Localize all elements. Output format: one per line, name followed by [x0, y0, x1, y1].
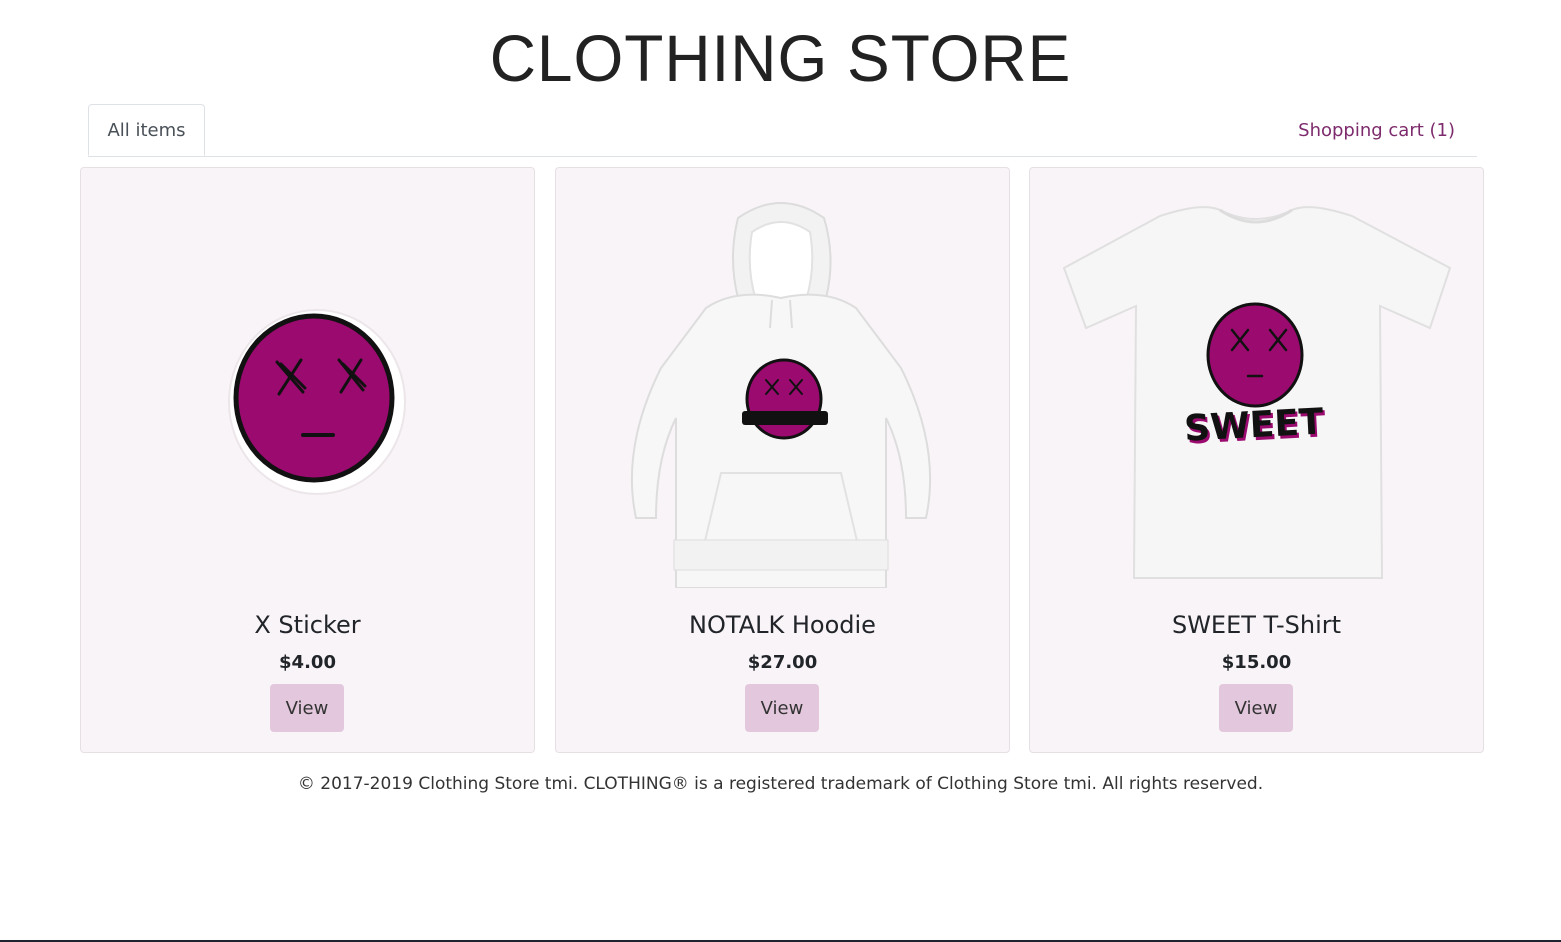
hoodie-image	[630, 202, 932, 588]
view-button[interactable]: View	[745, 684, 819, 732]
product-title[interactable]: NOTALK Hoodie	[556, 608, 1009, 642]
sticker-face-image	[228, 309, 406, 495]
view-button[interactable]: View	[1219, 684, 1293, 732]
product-price: $27.00	[747, 652, 818, 673]
product-price: $15.00	[1221, 652, 1292, 673]
product-price: $4.00	[279, 652, 336, 673]
product-card-notalk-hoodie: NOTALK Hoodie $27.00 View	[555, 167, 1010, 753]
site-title: CLOTHING STORE	[489, 21, 1072, 95]
product-card-x-sticker: X Sticker $4.00 View	[80, 167, 535, 753]
product-image-notalk-hoodie[interactable]	[556, 188, 1009, 588]
tshirt-print-text: SWEET	[1183, 401, 1325, 449]
product-image-x-sticker[interactable]	[81, 188, 534, 588]
product-card-sweet-tshirt: SWEET SWEET SWEET T-Shirt $15.00 View	[1029, 167, 1484, 753]
product-title[interactable]: X Sticker	[81, 608, 534, 642]
tab-all-items[interactable]: All items	[88, 104, 205, 156]
view-button[interactable]: View	[270, 684, 344, 732]
product-image-sweet-tshirt[interactable]: SWEET SWEET	[1030, 188, 1483, 588]
product-title[interactable]: SWEET T-Shirt	[1030, 608, 1483, 642]
shopping-cart-link[interactable]: Shopping cart (1)	[1298, 104, 1455, 156]
footer-copyright: © 2017-2019 Clothing Store tmi. CLOTHING…	[297, 774, 1264, 794]
product-grid: X Sticker $4.00 View NOTALK Hoodie $27.0…	[80, 167, 1484, 753]
nav-tabs: All items Shopping cart (1)	[88, 104, 1477, 157]
page: CLOTHING STORE All items Shopping cart (…	[0, 0, 1561, 942]
tshirt-image: SWEET SWEET	[1062, 206, 1452, 579]
